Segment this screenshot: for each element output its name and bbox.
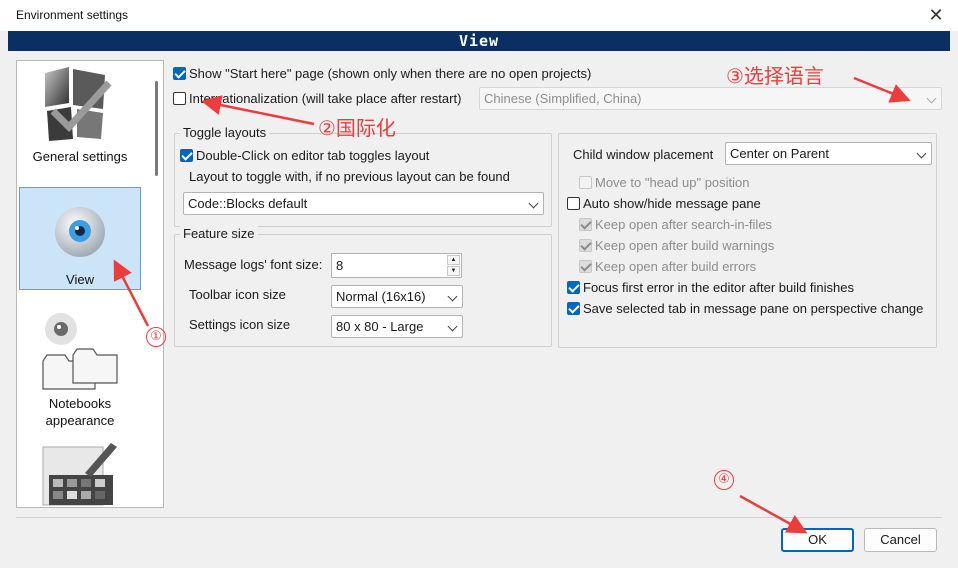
annotation-arrow-3 (853, 76, 911, 103)
annotation-arrow-2 (201, 95, 315, 126)
annotation-4: ④ (714, 470, 734, 490)
annotation-arrow-1 (113, 259, 150, 327)
annotation-2: ②国际化 (318, 116, 396, 140)
annotation-1: ① (146, 327, 166, 347)
annotation-arrow-4 (739, 494, 808, 534)
annotation-3: ③选择语言 (726, 64, 824, 88)
